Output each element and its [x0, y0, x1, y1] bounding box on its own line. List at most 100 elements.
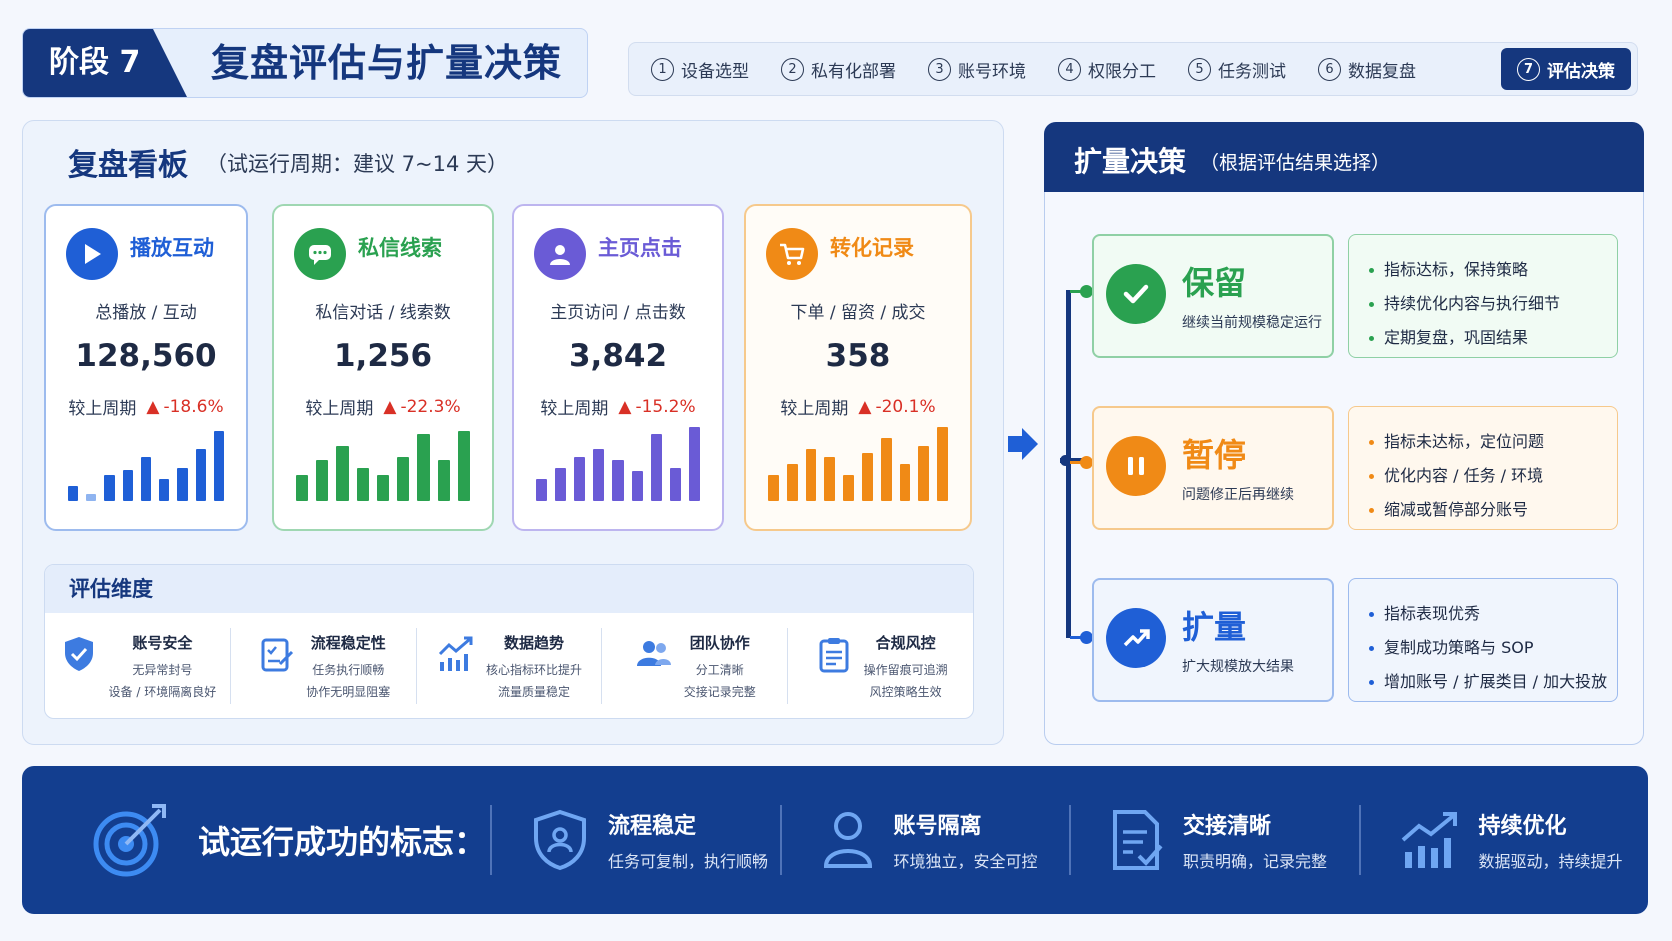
eval-title: 团队协作: [689, 634, 750, 652]
eval-title: 合规风控: [875, 634, 936, 652]
user-icon: [534, 228, 586, 280]
step-label: 评估决策: [1547, 61, 1615, 82]
eval-line: 风控策略生效: [869, 685, 942, 699]
mini-bar-chart: [296, 427, 470, 501]
decision-option-keep[interactable]: 保留 继续当前规模稳定运行: [1092, 234, 1334, 358]
evaluation-title: 评估维度: [45, 565, 973, 613]
card-value: 128,560: [75, 338, 217, 374]
arrow-up-icon: ▲: [618, 396, 632, 417]
decision-title: 扩量决策: [1074, 145, 1187, 178]
check-icon: [1106, 264, 1166, 324]
step-number: 2: [781, 57, 804, 81]
bullet-text: 定期复盘，巩固结果: [1384, 328, 1529, 347]
card-value: 358: [825, 338, 891, 374]
mini-bar: [397, 456, 410, 501]
footer-item-optimize: 持续优化 数据驱动，持续提升: [1361, 805, 1649, 875]
card-label: 下单 / 留资 / 成交: [790, 303, 926, 323]
step-label: 任务测试: [1218, 61, 1286, 82]
mini-bar: [786, 464, 798, 501]
footer-title: 试运行成功的标志：: [198, 823, 487, 861]
compare-label: 较上周期: [305, 399, 374, 419]
step-2[interactable]: 2 私有化部署: [765, 48, 912, 90]
card-value: 1,256: [333, 338, 433, 374]
mini-bar: [86, 493, 97, 501]
option-desc: 扩大规模放大结果: [1182, 659, 1294, 675]
step-label: 私有化部署: [811, 61, 896, 82]
mini-bar: [356, 467, 369, 501]
step-7-active[interactable]: 7 评估决策: [1501, 48, 1631, 90]
mini-bar: [437, 460, 450, 501]
card-compare: 较上周期 ▲ -15.2%: [514, 394, 722, 420]
mini-bar: [669, 467, 681, 501]
option-desc: 问题修正后再继续: [1182, 487, 1294, 503]
bullet-text: 复制成功策略与 SOP: [1384, 638, 1534, 657]
person-icon: [823, 812, 872, 868]
mini-bar: [650, 434, 662, 501]
footer-item-desc: 任务可复制，执行顺畅: [608, 852, 769, 871]
eval-item-team-collab: 团队协作 分工清晰 交接记录完整: [602, 628, 789, 704]
mini-bar: [805, 449, 817, 501]
bullet-text: 优化内容 / 任务 / 环境: [1384, 466, 1544, 485]
step-6[interactable]: 6 数据复盘: [1302, 48, 1432, 90]
card-value: 3,842: [568, 338, 668, 374]
mini-bar: [768, 475, 779, 501]
eval-item-compliance: 合规风控 操作留痕可追溯 风控策略生效: [788, 628, 973, 704]
step-1[interactable]: 1 设备选型: [635, 48, 765, 90]
mini-bar: [536, 478, 548, 501]
metric-card-messages[interactable]: 私信线索 私信对话 / 线索数 1,256 较上周期 ▲ -22.3%: [272, 204, 494, 531]
shield-user-icon: [534, 809, 586, 871]
list-item: 指标达标，保持策略: [1369, 253, 1617, 287]
mini-bar: [612, 460, 624, 501]
shield-icon: [64, 637, 93, 671]
step-5[interactable]: 5 任务测试: [1172, 48, 1302, 90]
step-number: 5: [1188, 57, 1211, 81]
decision-option-scale[interactable]: 扩量 扩大规模放大结果: [1092, 578, 1334, 702]
list-item: 指标未达标，定位问题: [1369, 425, 1617, 459]
team-icon: [636, 641, 671, 666]
metric-card-homepage[interactable]: 主页点击 主页访问 / 点击数 3,842 较上周期 ▲ -15.2%: [512, 204, 724, 531]
arrow-up-icon: ▲: [383, 396, 397, 417]
option-keep-bullets: 指标达标，保持策略 持续优化内容与执行细节 定期复盘，巩固结果: [1348, 234, 1618, 358]
step-number: 4: [1058, 57, 1081, 81]
compare-label: 较上周期: [780, 399, 849, 419]
metric-card-conversion[interactable]: 转化记录 下单 / 留资 / 成交 358 较上周期 ▲ -20.1%: [744, 204, 972, 531]
footer-item-title: 交接清晰: [1183, 814, 1272, 839]
mini-bar: [593, 449, 605, 501]
decision-option-pause[interactable]: 暂停 问题修正后再继续: [1092, 406, 1334, 530]
pause-icon: [1106, 436, 1166, 496]
eval-title: 数据趋势: [503, 634, 564, 652]
metric-card-playback[interactable]: 播放互动 总播放 / 互动 128,560 较上周期 ▲ -18.6%: [44, 204, 248, 531]
document-check-icon: [1113, 810, 1163, 870]
stage-label: 阶段 7: [49, 45, 141, 80]
mini-bar: [937, 427, 948, 501]
footer-item-process: 流程稳定 任务可复制，执行顺畅: [492, 805, 782, 875]
step-number: 7: [1517, 57, 1540, 81]
option-scale-bullets: 指标表现优秀 复制成功策略与 SOP 增加账号 / 扩展类目 / 加大投放: [1348, 578, 1618, 702]
mini-bar: [861, 452, 873, 501]
clipboard-icon: [819, 638, 849, 673]
footer-item-desc: 环境独立，安全可控: [893, 852, 1038, 871]
arrow-up-icon: ▲: [858, 396, 872, 417]
change-value: ▲ -22.3%: [383, 397, 460, 417]
change-text: -20.1%: [875, 396, 936, 417]
list-item: 定期复盘，巩固结果: [1369, 321, 1617, 355]
mini-bar: [631, 471, 643, 501]
option-title: 扩量: [1182, 608, 1247, 646]
success-criteria-footer: 试运行成功的标志： 流程稳定 任务可复制，执行顺畅 账号隔离 环境独立，安全可控 交…: [22, 766, 1648, 914]
mini-bar: [899, 464, 911, 501]
step-label: 账号环境: [958, 61, 1026, 82]
eval-line: 分工清晰: [695, 663, 744, 677]
eval-item-account-security: 账号安全 无异常封号 设备 / 环境隔离良好: [45, 628, 231, 704]
mini-bar: [159, 478, 170, 501]
step-3[interactable]: 3 账号环境: [912, 48, 1042, 90]
list-item: 持续优化内容与执行细节: [1369, 287, 1617, 321]
growth-icon: [1106, 608, 1166, 668]
step-label: 权限分工: [1088, 61, 1156, 82]
step-number: 3: [928, 57, 951, 81]
footer-item-isolation: 账号隔离 环境独立，安全可控: [782, 805, 1071, 875]
mini-bar: [574, 456, 586, 501]
mini-bar: [336, 445, 349, 501]
step-4[interactable]: 4 权限分工: [1042, 48, 1172, 90]
mini-bar: [213, 430, 224, 501]
trend-chart-icon: [438, 636, 473, 671]
